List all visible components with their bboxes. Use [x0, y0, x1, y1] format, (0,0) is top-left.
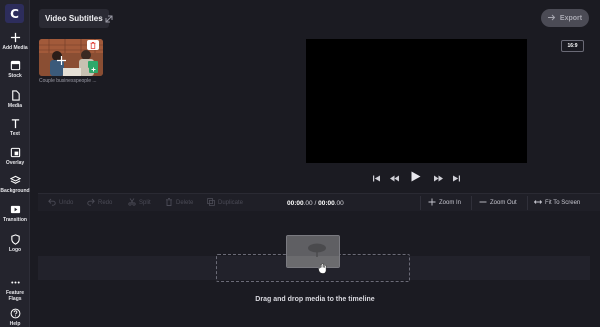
text-icon [8, 117, 22, 129]
skip-forward-icon [452, 169, 460, 187]
total-time: 00:00 [318, 199, 335, 207]
toolbar-divider [471, 196, 472, 210]
sidebar-item-label: Feature Flags [5, 290, 25, 302]
zoom-in-button[interactable]: Zoom In [428, 194, 461, 212]
fast-forward-button[interactable] [433, 173, 443, 183]
timeline-toolbar: Undo Redo Split Delete Duplicate 00:00 .… [38, 193, 600, 211]
top-bar: Video Subtitles Export [30, 0, 600, 36]
rewind-button[interactable] [389, 173, 399, 183]
layers-icon [8, 174, 22, 186]
plus-icon [428, 198, 436, 208]
sidebar-item-label: Media [7, 103, 23, 109]
app-logo[interactable]: C [5, 4, 24, 23]
arrow-right-icon [547, 14, 556, 23]
more-icon [8, 276, 22, 288]
sidebar-item-label: Add Media [2, 45, 28, 51]
resize-icon[interactable] [103, 12, 115, 24]
plus-icon [8, 31, 22, 43]
duplicate-label: Duplicate [218, 200, 244, 206]
fit-to-screen-label: Fit To Screen [545, 200, 581, 206]
left-sidebar: C Add Media Stock Media Text Overlay Bac… [0, 0, 30, 327]
sidebar-item-label: Transition [3, 217, 27, 223]
redo-button[interactable]: Redo [87, 194, 112, 212]
skip-forward-button[interactable] [452, 173, 460, 183]
scissors-icon [128, 198, 136, 208]
current-time: 00:00 [287, 199, 304, 207]
fast-forward-icon [433, 169, 443, 187]
zoom-out-button[interactable]: Zoom Out [479, 194, 517, 212]
media-caption: Couple businesspeople ... [39, 78, 97, 84]
delete-button[interactable]: Delete [165, 194, 193, 212]
delete-label: Delete [176, 200, 194, 206]
undo-label: Undo [59, 200, 74, 206]
sidebar-item-label: Background [0, 188, 30, 194]
video-preview[interactable] [306, 39, 527, 163]
play-button[interactable] [410, 169, 422, 187]
zoom-in-label: Zoom In [439, 200, 462, 206]
sidebar-item-feature-flags[interactable]: Feature Flags [0, 276, 30, 302]
sidebar-item-logo[interactable]: Logo [0, 233, 30, 253]
shield-icon [8, 233, 22, 245]
trash-icon [165, 198, 173, 208]
sidebar-item-background[interactable]: Background [0, 174, 30, 194]
toolbar-divider [420, 196, 421, 210]
sidebar-item-label: Overlay [5, 160, 25, 166]
sidebar-item-label: Text [10, 131, 20, 137]
sidebar-item-help[interactable]: Help [0, 307, 30, 327]
zoom-out-label: Zoom Out [490, 200, 517, 206]
sidebar-item-text[interactable]: Text [0, 117, 30, 137]
minus-icon [479, 198, 487, 208]
timecode: 00:00 .00 / 00:00 .00 [287, 194, 344, 212]
sidebar-item-media[interactable]: Media [0, 89, 30, 109]
play-icon [411, 169, 421, 187]
redo-icon [87, 198, 95, 208]
sidebar-item-overlay[interactable]: Overlay [0, 146, 30, 166]
redo-label: Redo [98, 200, 113, 206]
skip-back-icon [372, 169, 380, 187]
duplicate-icon [207, 198, 215, 208]
stock-icon [8, 59, 22, 71]
drop-hint: Drag and drop media to the timeline [255, 296, 375, 303]
expand-horizontal-icon [533, 198, 543, 208]
split-button[interactable]: Split [128, 194, 151, 212]
help-icon [8, 307, 22, 319]
split-label: Split [139, 200, 151, 206]
dragged-media-ghost [286, 235, 340, 268]
sidebar-item-label: Stock [8, 73, 22, 79]
project-title[interactable]: Video Subtitles [39, 9, 109, 28]
skip-back-button[interactable] [372, 173, 380, 183]
duplicate-button[interactable]: Duplicate [207, 194, 243, 212]
export-label: Export [559, 14, 583, 22]
toolbar-divider [527, 196, 528, 210]
sidebar-item-label: Help [9, 321, 21, 327]
sidebar-item-add-media[interactable]: Add Media [0, 31, 30, 51]
undo-icon [48, 198, 56, 208]
export-button[interactable]: Export [541, 9, 589, 27]
trash-icon[interactable] [87, 40, 99, 50]
move-icon[interactable] [57, 52, 66, 65]
overlay-icon [8, 146, 22, 158]
grab-hand-icon [318, 261, 328, 274]
add-to-timeline-icon[interactable] [89, 65, 98, 73]
sidebar-item-stock[interactable]: Stock [0, 59, 30, 79]
transition-icon [8, 203, 22, 215]
current-time-frames: .00 [303, 199, 313, 207]
aspect-ratio-button[interactable]: 16:9 [561, 40, 584, 52]
sidebar-item-label: Logo [8, 247, 22, 253]
total-time-frames: .00 [334, 199, 344, 207]
sidebar-item-transition[interactable]: Transition [0, 203, 30, 223]
fit-to-screen-button[interactable]: Fit To Screen [533, 194, 581, 212]
undo-button[interactable]: Undo [48, 194, 73, 212]
rewind-icon [389, 169, 399, 187]
file-icon [8, 89, 22, 101]
